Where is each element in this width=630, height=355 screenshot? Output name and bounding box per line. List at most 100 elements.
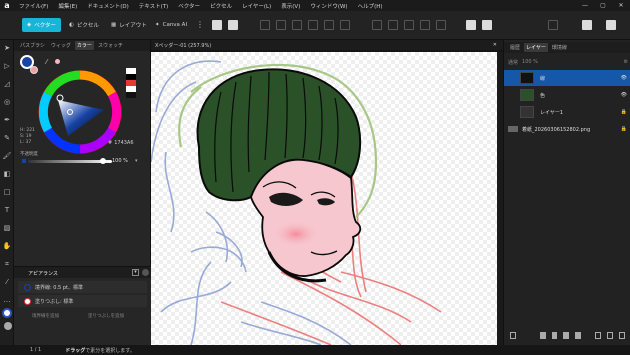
- hex-field[interactable]: #1743A6: [108, 140, 134, 146]
- text-tool-icon[interactable]: T: [2, 206, 12, 215]
- minimize-button[interactable]: —: [576, 2, 594, 9]
- fill-color-swatch[interactable]: [4, 322, 12, 330]
- move-tool-icon[interactable]: ➤: [2, 44, 12, 53]
- layer-options-icon[interactable]: [606, 332, 613, 339]
- opacity-value[interactable]: 100 %: [112, 158, 128, 164]
- share-icon[interactable]: [606, 20, 616, 30]
- swatch-dark[interactable]: [126, 92, 136, 98]
- rectangle-tool-icon[interactable]: □: [2, 188, 12, 197]
- align-bottom-icon[interactable]: [340, 20, 350, 30]
- crop-tool-icon[interactable]: ⌗: [2, 260, 12, 269]
- tab-environment[interactable]: 環境線: [550, 43, 569, 52]
- align-center-icon[interactable]: [276, 20, 286, 30]
- appearance-close-icon[interactable]: [142, 269, 149, 276]
- assistant-icon[interactable]: [548, 20, 558, 30]
- transform-icon[interactable]: [372, 20, 382, 30]
- boolean-icon[interactable]: [436, 20, 446, 30]
- menu-document[interactable]: ドキュメント(D): [82, 2, 134, 10]
- lock-icon[interactable]: 🔒: [621, 126, 627, 132]
- opacity-slider-handle[interactable]: [100, 158, 106, 164]
- corner-tool-icon[interactable]: ◿: [2, 80, 12, 89]
- flip-icon[interactable]: [388, 20, 398, 30]
- menu-view[interactable]: 表示(V): [276, 2, 305, 10]
- layer-row-lines[interactable]: 線 👁: [504, 70, 630, 86]
- hand-tool-icon[interactable]: ✋: [2, 242, 12, 251]
- fill-tool-icon[interactable]: ◧: [2, 170, 12, 179]
- mode-canva-ai-button[interactable]: ✦ Canva AI: [150, 18, 192, 32]
- menu-help[interactable]: ヘルプ(H): [353, 2, 388, 10]
- add-fill-button[interactable]: 塗りつぶしを追加: [88, 313, 124, 319]
- menu-vector[interactable]: ベクター: [173, 2, 205, 10]
- mode-pixel-button[interactable]: ◐ ピクセル: [64, 18, 104, 32]
- artwork-canvas[interactable]: [151, 52, 497, 345]
- menu-layer[interactable]: レイヤー(L): [237, 2, 276, 10]
- group-icon[interactable]: [575, 332, 581, 339]
- align-top-icon[interactable]: [308, 20, 318, 30]
- appearance-fill-row[interactable]: 塗りつぶし: 標準: [18, 295, 147, 307]
- stroke-color-swatch[interactable]: [2, 308, 12, 318]
- snapping-icon[interactable]: [212, 20, 222, 30]
- pen-tool-icon[interactable]: ✒: [2, 116, 12, 125]
- layer-row-layer1[interactable]: レイヤー1 🔒: [504, 104, 630, 120]
- rotate-icon[interactable]: [404, 20, 414, 30]
- visibility-eye-icon[interactable]: 👁: [621, 75, 627, 81]
- layer-settings-icon[interactable]: ⚙: [624, 59, 628, 65]
- studio-icon[interactable]: [582, 20, 592, 30]
- visibility-eye-icon[interactable]: 👁: [621, 92, 627, 98]
- layer-opacity-field[interactable]: 100 %: [522, 59, 538, 65]
- menu-text[interactable]: テキスト(T): [134, 2, 174, 10]
- menu-file[interactable]: ファイル(F): [14, 2, 53, 10]
- pixel-layer-icon[interactable]: [594, 332, 601, 339]
- fx-icon[interactable]: [563, 332, 570, 339]
- menu-pixel[interactable]: ピクセル: [205, 2, 237, 10]
- tab-wig[interactable]: ウィッグ: [49, 41, 73, 50]
- appearance-menu-icon[interactable]: ▾: [132, 269, 139, 276]
- brush-tool-icon[interactable]: 🖌: [2, 152, 12, 161]
- image-tool-icon[interactable]: ▨: [2, 224, 12, 233]
- stroke-description: 境界線: 0.5 pt、標準: [35, 284, 83, 291]
- node-tool-icon[interactable]: ▷: [2, 62, 12, 71]
- secondary-color-chip[interactable]: [30, 66, 38, 74]
- mask-icon[interactable]: [540, 332, 546, 339]
- pencil-tool-icon[interactable]: ✎: [2, 134, 12, 143]
- close-window-button[interactable]: ✕: [612, 2, 630, 9]
- eyedropper-icon[interactable]: ⁄: [46, 58, 47, 66]
- layers-footer-toolbar: [510, 332, 625, 341]
- appearance-stroke-row[interactable]: 境界線: 0.5 pt、標準: [18, 281, 147, 293]
- hex-value[interactable]: 1743A6: [114, 140, 133, 146]
- lock-icon[interactable]: 🔒: [621, 109, 627, 115]
- opacity-dropdown-icon[interactable]: ▾: [135, 158, 138, 164]
- align-left-icon[interactable]: [260, 20, 270, 30]
- menu-edit[interactable]: 編集(E): [53, 2, 82, 10]
- layer-row-image[interactable]: 着紙_20260306152802.png 🔒: [504, 121, 630, 137]
- insert-icon[interactable]: [482, 20, 492, 30]
- add-layer-icon[interactable]: [510, 332, 517, 339]
- mode-vector-button[interactable]: ◈ ベクター: [22, 18, 62, 32]
- recent-color-dot[interactable]: [55, 59, 60, 64]
- mode-layout-button[interactable]: ▦ レイアウト: [106, 18, 152, 32]
- tab-swatches[interactable]: スウォッチ: [96, 41, 125, 50]
- transparency-tool-icon[interactable]: ◎: [2, 98, 12, 107]
- tab-history[interactable]: 履歴: [508, 43, 522, 52]
- menu-window[interactable]: ウィンドウ(W): [305, 2, 352, 10]
- more-options-icon[interactable]: ⋮: [196, 20, 204, 30]
- align-right-icon[interactable]: [292, 20, 302, 30]
- delete-layer-icon[interactable]: [618, 332, 625, 339]
- view-mode-icon[interactable]: [228, 20, 238, 30]
- arrange-icon[interactable]: [420, 20, 430, 30]
- place-image-icon[interactable]: [466, 20, 476, 30]
- close-document-icon[interactable]: ✕: [493, 42, 503, 48]
- more-tools-icon[interactable]: …: [2, 296, 12, 305]
- tab-color[interactable]: カラー: [74, 41, 94, 50]
- eyedropper-tool-icon[interactable]: ⁄: [2, 278, 12, 287]
- blend-mode-select[interactable]: 通常: [508, 59, 518, 66]
- layer-row-color[interactable]: 色 👁: [504, 87, 630, 103]
- add-stroke-button[interactable]: 境界線を追加: [32, 313, 59, 319]
- mode-pixel-label: ピクセル: [76, 23, 99, 29]
- document-tab[interactable]: Xペッダー-01 (257.9%) ✕: [151, 40, 503, 50]
- adjustment-icon[interactable]: [551, 332, 558, 339]
- maximize-button[interactable]: ▢: [594, 2, 612, 9]
- tab-layers[interactable]: レイヤー: [524, 43, 548, 52]
- tab-brushes[interactable]: パスブラシ: [18, 41, 47, 50]
- align-middle-icon[interactable]: [324, 20, 334, 30]
